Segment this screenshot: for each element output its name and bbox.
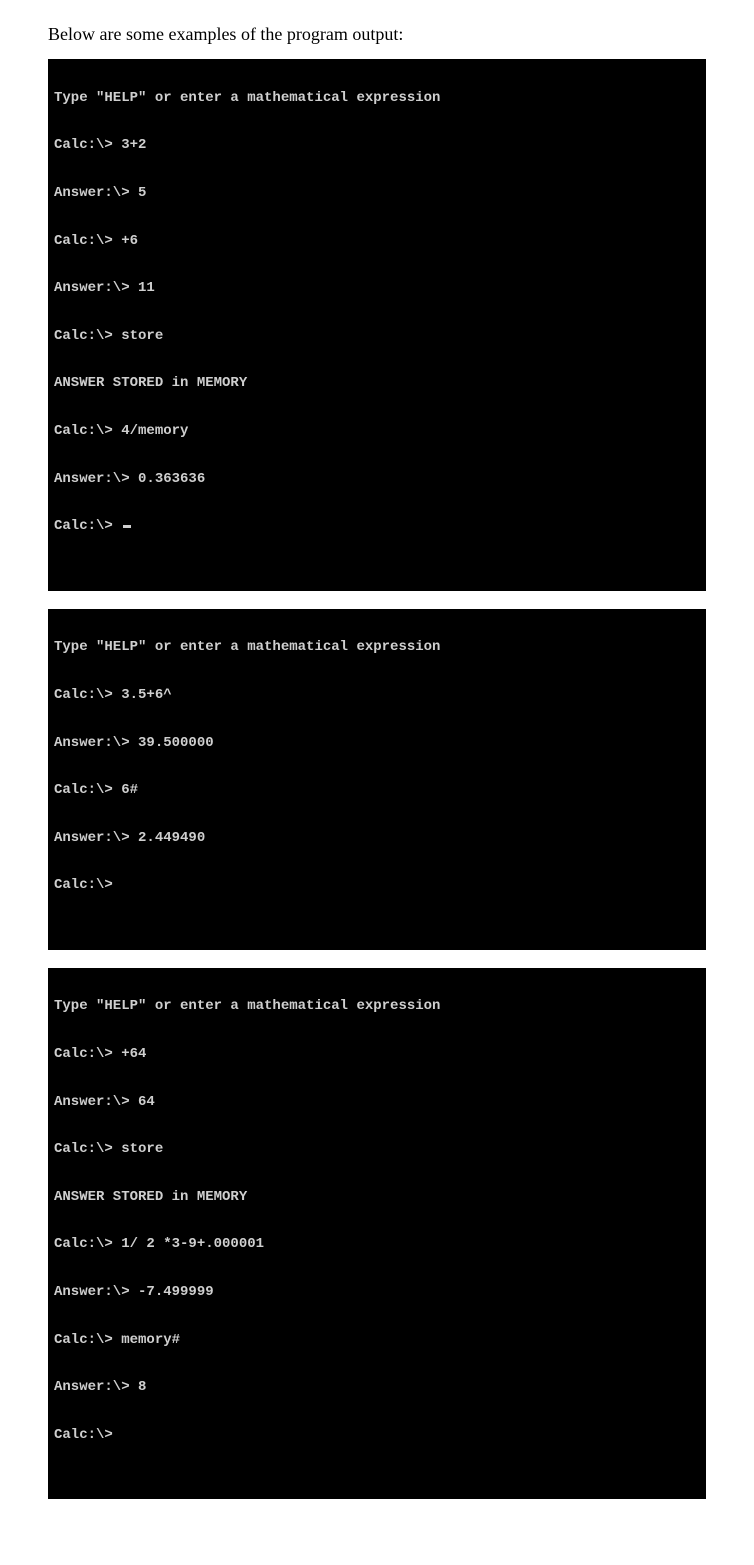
- terminal-line: Answer:\> 11: [54, 277, 700, 301]
- prompt-text: Calc:\>: [54, 518, 121, 534]
- terminal-prompt-line: Calc:\>: [54, 515, 700, 539]
- terminal-line: Answer:\> -7.499999: [54, 1281, 700, 1305]
- terminal-line: Calc:\> 3.5+6^: [54, 684, 700, 708]
- terminal-line: Type "HELP" or enter a mathematical expr…: [54, 995, 700, 1019]
- terminal-line: Calc:\> +64: [54, 1043, 700, 1067]
- terminal-line: Calc:\> store: [54, 1138, 700, 1162]
- terminal-line: Answer:\> 8: [54, 1376, 700, 1400]
- terminal-line: Calc:\>: [54, 1424, 700, 1448]
- terminal-line: Calc:\> +6: [54, 230, 700, 254]
- terminal-line: Calc:\> memory#: [54, 1329, 700, 1353]
- terminal-line: Calc:\> 4/memory: [54, 420, 700, 444]
- terminal-line: Calc:\> store: [54, 325, 700, 349]
- cursor-icon: [123, 525, 131, 528]
- terminal-line: Calc:\> 6#: [54, 779, 700, 803]
- terminal-line: ANSWER STORED in MEMORY: [54, 1186, 700, 1210]
- terminal-line: Type "HELP" or enter a mathematical expr…: [54, 87, 700, 111]
- terminal-line: Answer:\> 39.500000: [54, 732, 700, 756]
- terminal-line: Calc:\> 1/ 2 *3-9+.000001: [54, 1233, 700, 1257]
- terminal-line: Answer:\> 5: [54, 182, 700, 206]
- terminal-line: Calc:\> 3+2: [54, 134, 700, 158]
- intro-text: Below are some examples of the program o…: [48, 24, 706, 45]
- terminal-line: ANSWER STORED in MEMORY: [54, 372, 700, 396]
- terminal-line: Calc:\>: [54, 874, 700, 898]
- page: Below are some examples of the program o…: [0, 0, 754, 1565]
- terminal-output-1: Type "HELP" or enter a mathematical expr…: [48, 59, 706, 591]
- terminal-output-3: Type "HELP" or enter a mathematical expr…: [48, 968, 706, 1500]
- terminal-line: Answer:\> 2.449490: [54, 827, 700, 851]
- terminal-line: Answer:\> 0.363636: [54, 468, 700, 492]
- terminal-output-2: Type "HELP" or enter a mathematical expr…: [48, 609, 706, 950]
- terminal-line: Type "HELP" or enter a mathematical expr…: [54, 636, 700, 660]
- terminal-line: Answer:\> 64: [54, 1091, 700, 1115]
